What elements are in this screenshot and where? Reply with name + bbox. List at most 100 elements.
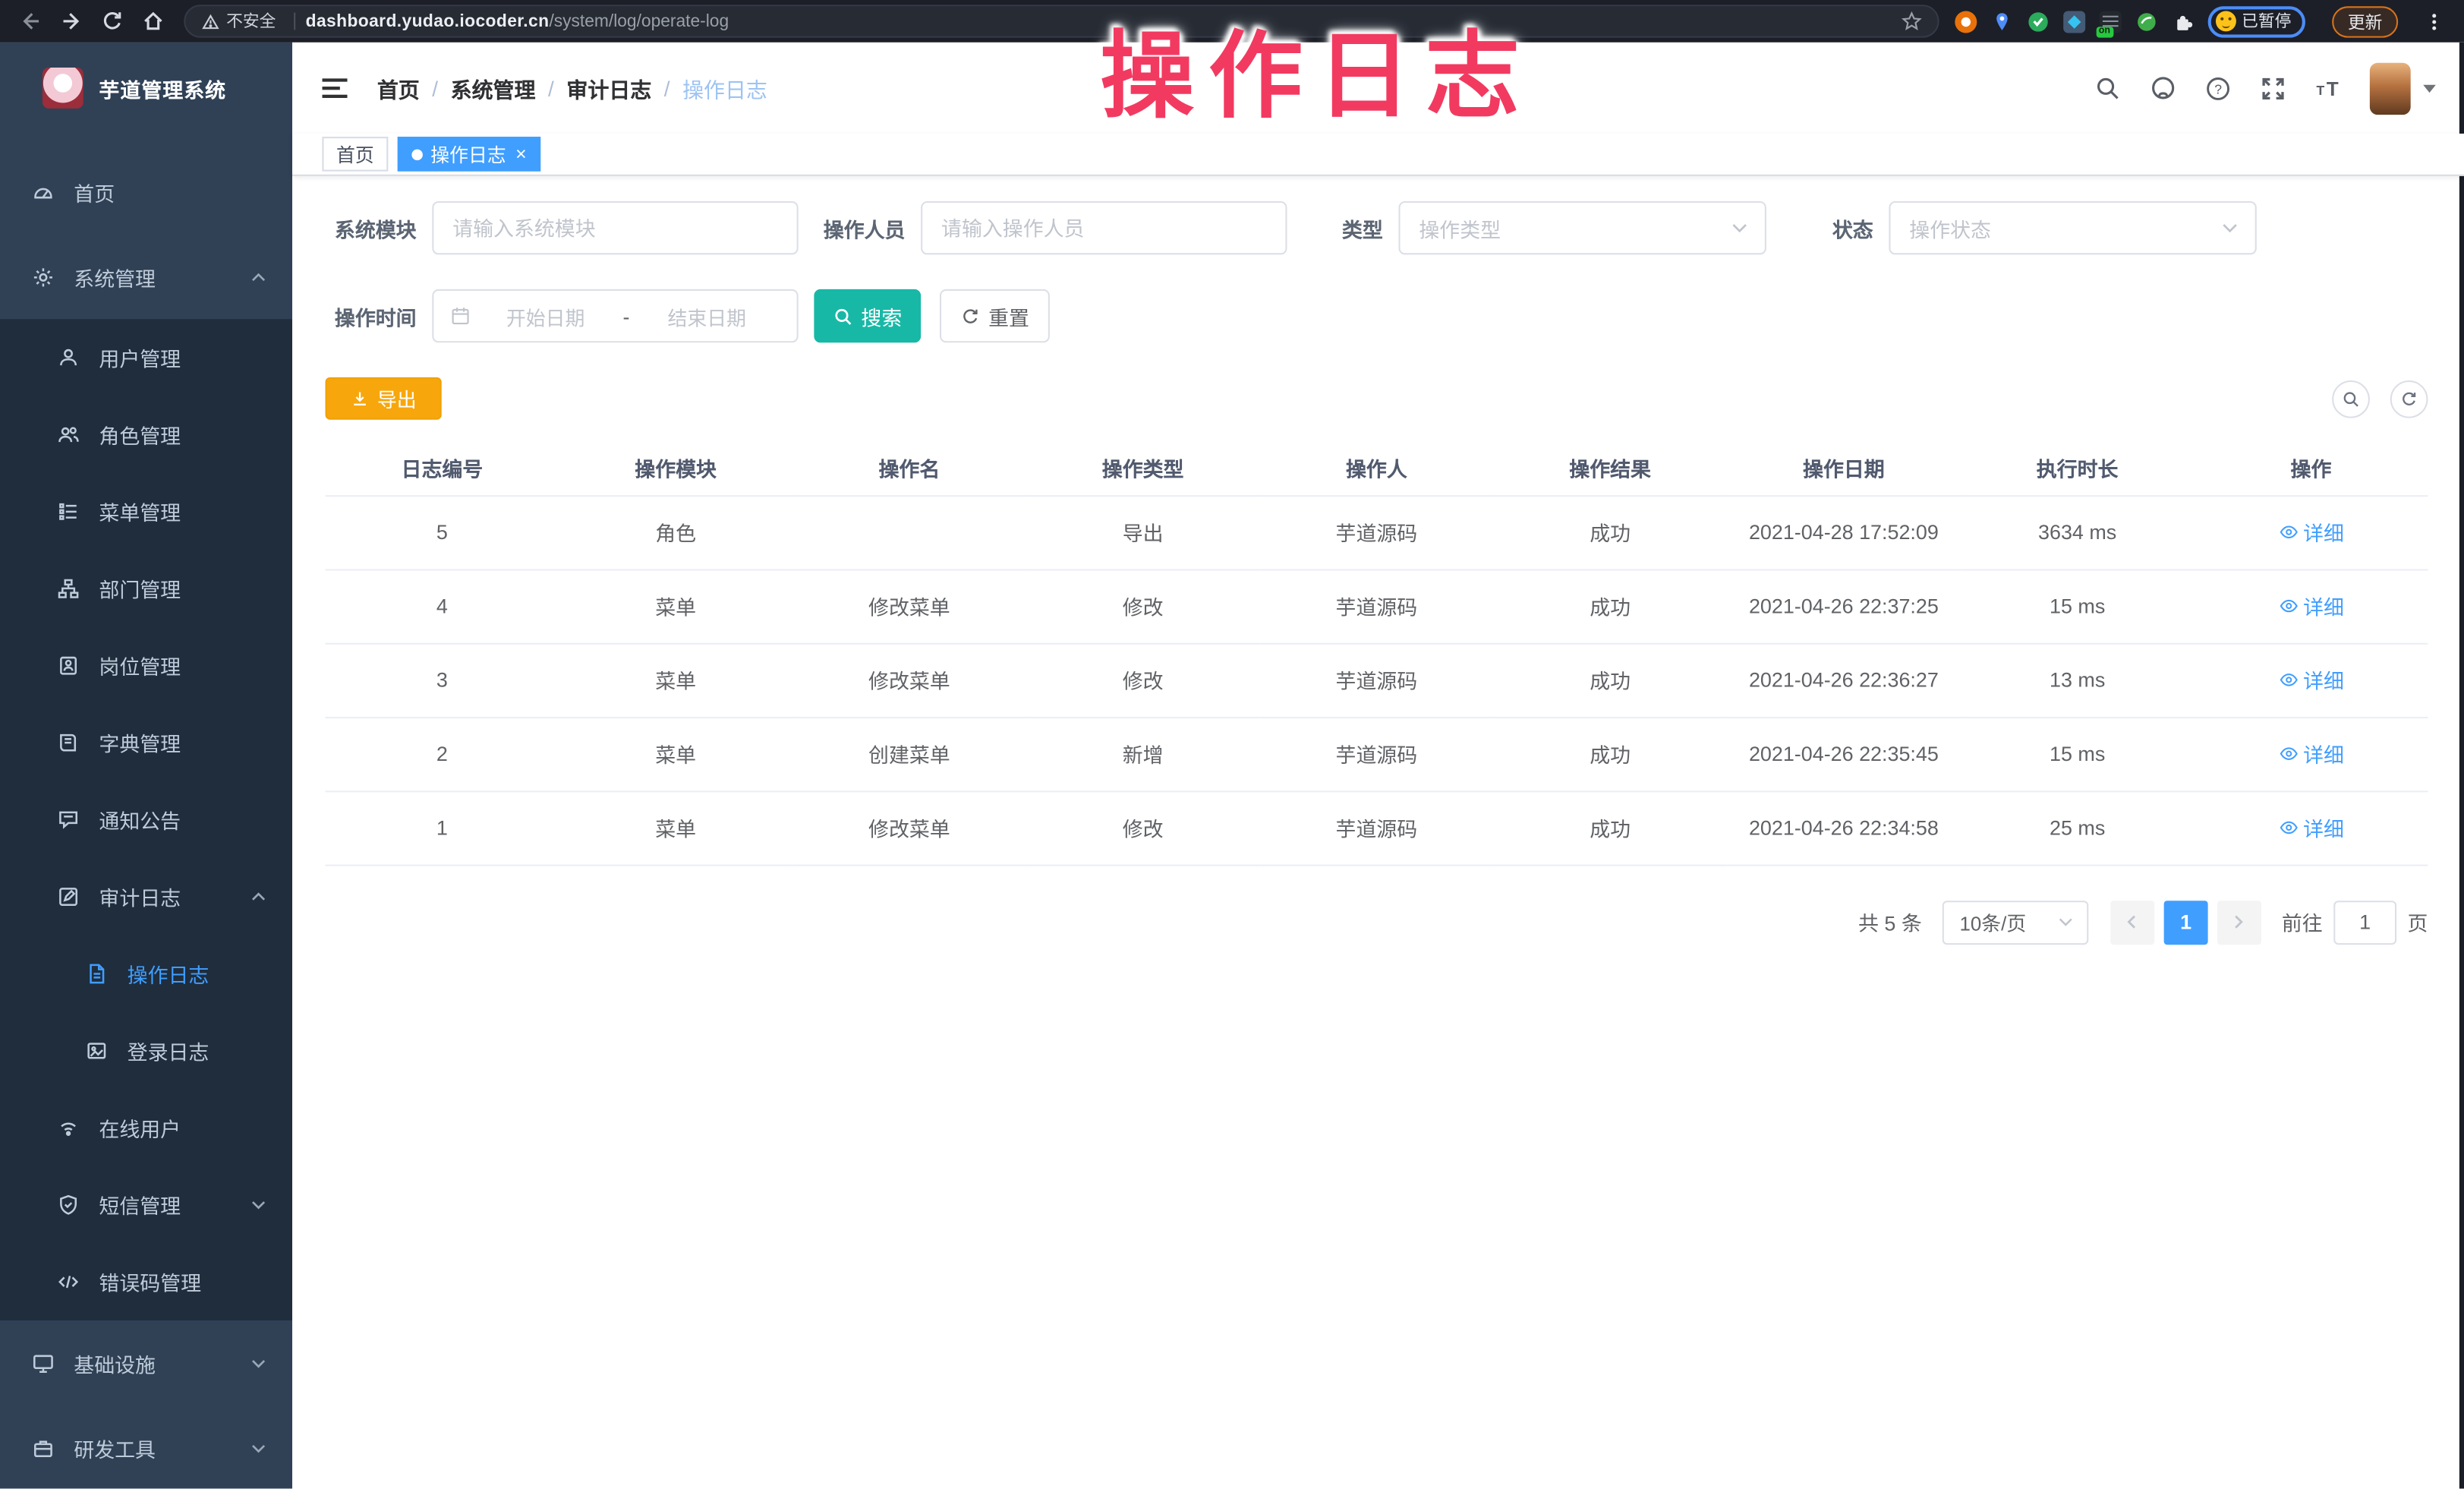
download-icon (351, 389, 370, 408)
type-label: 类型 (1336, 213, 1383, 243)
ext-green-v-icon[interactable] (2027, 10, 2049, 32)
bookmark-star-icon[interactable] (1901, 11, 1921, 31)
sidebar-item-dictionary[interactable]: 字典管理 (0, 704, 292, 781)
operator-input[interactable] (921, 201, 1287, 254)
sidebar-item-error-codes[interactable]: 错误码管理 (0, 1244, 292, 1320)
ext-orange-icon[interactable] (1954, 10, 1976, 32)
detail-link[interactable]: 详细 (2278, 739, 2344, 768)
wifi-icon (57, 1116, 80, 1140)
cell-module: 菜单 (559, 790, 792, 864)
hamburger-icon[interactable] (322, 76, 348, 99)
sidebar-item-sms[interactable]: 短信管理 (0, 1166, 292, 1243)
table-row: 3 菜单 修改菜单 修改 芋道源码 成功 2021-04-26 22:36:27… (326, 643, 2428, 717)
browser-menu-icon[interactable] (2423, 10, 2445, 32)
comment-icon (57, 808, 80, 831)
sidebar-item-dev-tools[interactable]: 研发工具 (0, 1405, 292, 1489)
back-icon[interactable] (19, 9, 43, 33)
sidebar-item-home[interactable]: 首页 (0, 150, 292, 235)
status-select[interactable]: 操作状态 (1889, 201, 2256, 254)
export-button-label: 导出 (377, 383, 417, 413)
chevron-down-icon (250, 1354, 267, 1371)
sidebar-item-label: 系统管理 (74, 262, 156, 292)
sidebar-item-users[interactable]: 用户管理 (0, 319, 292, 396)
svg-text:?: ? (2214, 80, 2222, 96)
date-range-picker[interactable]: 开始日期 - 结束日期 (432, 289, 798, 342)
breadcrumb-home[interactable]: 首页 (377, 72, 420, 103)
browser-extensions: on 已暂停 更新 (1954, 5, 2445, 36)
search-icon (2342, 389, 2361, 408)
sidebar-item-operate-log[interactable]: 操作日志 (0, 935, 292, 1012)
forward-icon[interactable] (60, 9, 83, 33)
detail-link[interactable]: 详细 (2278, 517, 2344, 547)
breadcrumb-system[interactable]: 系统管理 (451, 72, 536, 103)
chevron-left-icon (2124, 913, 2141, 931)
ext-blue-diamond-icon[interactable] (2062, 10, 2084, 32)
col-module: 操作模块 (559, 442, 792, 495)
cell-operator: 芋道源码 (1260, 790, 1494, 864)
detail-link[interactable]: 详细 (2278, 812, 2344, 842)
search-icon[interactable] (2095, 74, 2122, 101)
sidebar-item-login-log[interactable]: 登录日志 (0, 1012, 292, 1089)
page-size-select[interactable]: 10条/页 (1943, 900, 2089, 944)
module-input[interactable] (432, 201, 798, 254)
profile-paused-pill[interactable]: 已暂停 (2207, 5, 2305, 36)
export-button[interactable]: 导出 (326, 377, 442, 420)
sidebar-item-posts[interactable]: 岗位管理 (0, 627, 292, 704)
user-icon (57, 345, 80, 369)
sidebar-item-menus[interactable]: 菜单管理 (0, 473, 292, 550)
sidebar-item-departments[interactable]: 部门管理 (0, 550, 292, 627)
svg-text:T: T (2316, 82, 2324, 97)
tag-home[interactable]: 首页 (322, 137, 388, 172)
ext-switch-icon[interactable]: on (2099, 10, 2121, 32)
font-size-icon[interactable]: TT (2314, 74, 2341, 101)
sidebar-item-infrastructure[interactable]: 基础设施 (0, 1320, 292, 1405)
chevron-up-icon (250, 268, 267, 285)
type-select[interactable]: 操作类型 (1398, 201, 1766, 254)
col-log-id: 日志编号 (326, 442, 559, 495)
home-icon[interactable] (141, 9, 165, 33)
goto-page-input[interactable] (2333, 900, 2396, 944)
user-avatar[interactable] (2370, 62, 2411, 114)
sidebar-submenu-system: 用户管理 角色管理 菜单管理 部门管理 (0, 319, 292, 1320)
next-page-button[interactable] (2217, 900, 2261, 944)
sidebar-item-online-users[interactable]: 在线用户 (0, 1090, 292, 1166)
sidebar-item-roles[interactable]: 角色管理 (0, 396, 292, 473)
detail-link[interactable]: 详细 (2278, 591, 2344, 620)
fullscreen-icon[interactable] (2260, 74, 2286, 101)
help-icon[interactable]: ? (2204, 74, 2231, 101)
ext-pin-icon[interactable] (1990, 10, 2012, 32)
filter-row-2: 操作时间 开始日期 - 结束日期 搜索 重置 (326, 289, 2428, 342)
status-select-placeholder: 操作状态 (1909, 213, 2220, 243)
pagination-total: 共 5 条 (1858, 907, 1922, 937)
cell-module: 菜单 (559, 643, 792, 717)
chevron-up-icon (250, 888, 267, 906)
ext-green-leaf-icon[interactable] (2135, 10, 2157, 32)
reload-icon[interactable] (100, 9, 124, 33)
detail-link[interactable]: 详细 (2278, 665, 2344, 695)
cell-type: 修改 (1026, 790, 1260, 864)
search-button[interactable]: 搜索 (814, 289, 921, 342)
github-icon[interactable] (2150, 74, 2176, 101)
tag-operate-log[interactable]: 操作日志 × (398, 137, 540, 172)
reset-button[interactable]: 重置 (940, 289, 1050, 342)
cell-result: 成功 (1493, 643, 1727, 717)
refresh-icon (2399, 389, 2418, 408)
browser-update-button[interactable]: 更新 (2332, 5, 2398, 36)
sidebar-item-system[interactable]: 系统管理 (0, 234, 292, 319)
refresh-table-button[interactable] (2390, 380, 2428, 418)
breadcrumb-audit[interactable]: 审计日志 (566, 72, 651, 103)
profile-paused-label: 已暂停 (2242, 9, 2291, 33)
sidebar-item-audit-log[interactable]: 审计日志 (0, 858, 292, 935)
prev-page-button[interactable] (2110, 900, 2154, 944)
tag-close-icon[interactable]: × (515, 144, 527, 163)
sidebar-item-notices[interactable]: 通知公告 (0, 781, 292, 858)
sidebar-item-label: 审计日志 (99, 882, 181, 911)
extensions-puzzle-icon[interactable] (2171, 10, 2193, 32)
address-bar[interactable]: 不安全 dashboard.yudao.iocoder.cn /system/l… (184, 5, 1938, 37)
sidebar-logo-row[interactable]: 芋道管理系统 (0, 43, 292, 134)
active-tag-dot (411, 149, 422, 159)
page-number-1[interactable]: 1 (2164, 900, 2208, 944)
toggle-search-button[interactable] (2332, 380, 2370, 418)
date-separator: - (619, 304, 632, 328)
caret-down-icon[interactable] (2423, 84, 2436, 92)
